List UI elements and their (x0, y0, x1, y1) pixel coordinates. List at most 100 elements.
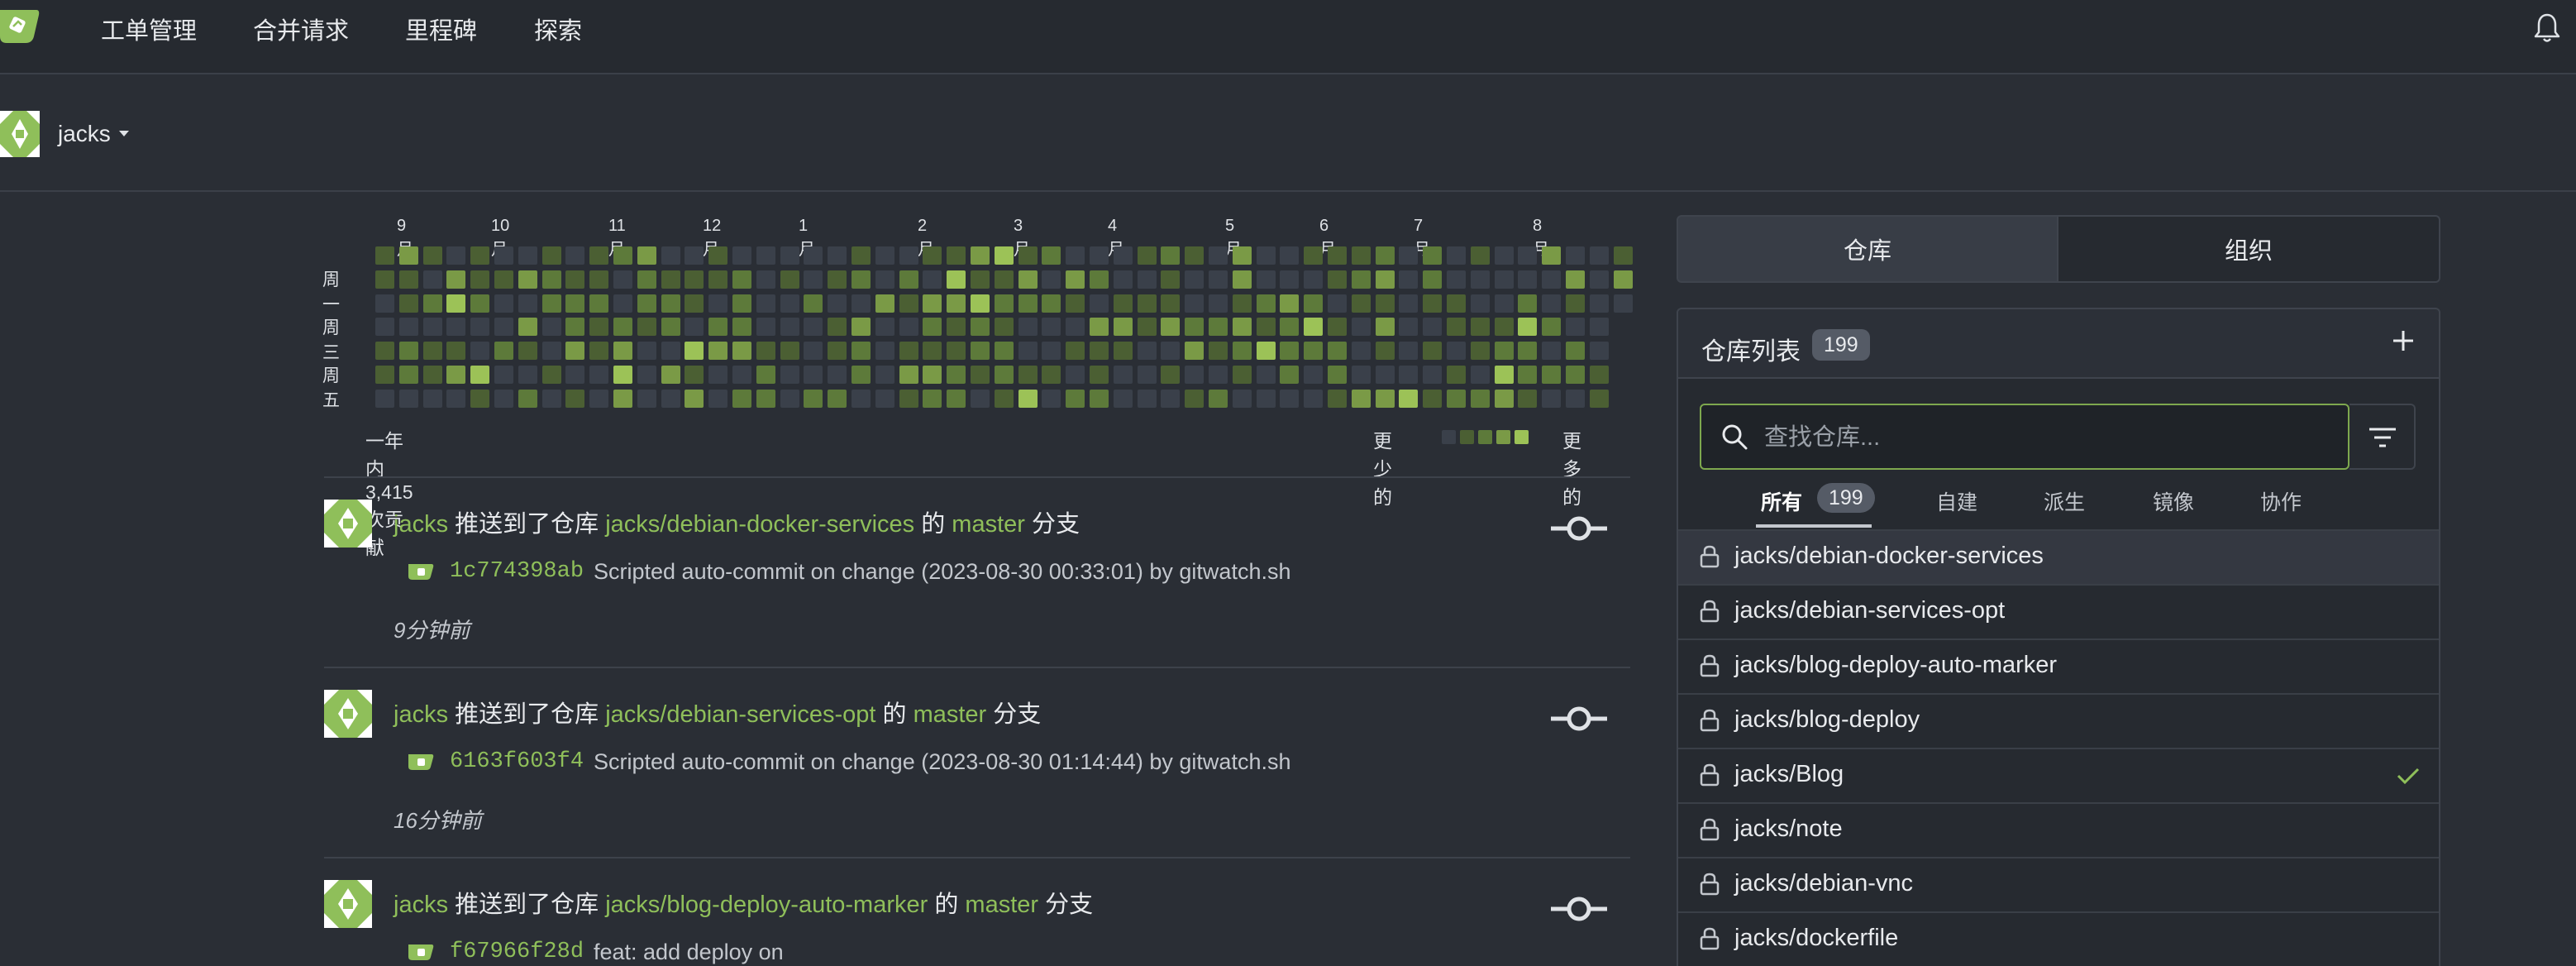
heatmap-cell (1232, 366, 1252, 384)
legend-swatch (1515, 430, 1529, 444)
heatmap-cell (1090, 246, 1109, 265)
nav-explore[interactable]: 探索 (534, 12, 582, 46)
heatmap-cell (1232, 294, 1252, 313)
heatmap-cell (375, 389, 394, 408)
commit-sha-link[interactable]: f67966f28d (450, 940, 584, 964)
tab-forks[interactable]: 派生 (2044, 486, 2085, 516)
lock-icon (1700, 545, 1720, 568)
heatmap-cell (565, 270, 585, 289)
heatmap-cell (1518, 389, 1538, 408)
feed-user-avatar[interactable] (324, 500, 372, 548)
feed-user-link[interactable]: jacks (394, 892, 448, 918)
repo-name-link[interactable]: jacks/blog-deploy (1734, 706, 1920, 734)
context-user-name[interactable]: jacks (58, 121, 111, 147)
heatmap-cell (1447, 270, 1466, 289)
feed-branch-link[interactable]: master (965, 892, 1038, 918)
caret-down-icon[interactable] (119, 131, 129, 136)
commit-sha-link[interactable]: 6163f603f4 (450, 749, 584, 774)
heatmap-cell (1256, 389, 1276, 408)
heatmap-cell (1232, 246, 1252, 265)
repo-name-link[interactable]: jacks/blog-deploy-auto-marker (1734, 652, 2057, 679)
heatmap-cell (1470, 246, 1490, 265)
feed-branch-link[interactable]: master (952, 511, 1025, 538)
heatmap-cell (1209, 366, 1228, 384)
feed-repo-link[interactable]: jacks/debian-services-opt (605, 701, 875, 728)
feed-of-text: 的 (921, 511, 946, 538)
lock-icon (1700, 763, 1720, 787)
repo-name-link[interactable]: jacks/debian-docker-services (1734, 543, 2044, 570)
heatmap-cell (1447, 366, 1466, 384)
feed-user-avatar[interactable] (324, 690, 372, 738)
heatmap-cell (1542, 366, 1562, 384)
heatmap-cell (470, 294, 490, 313)
repo-search-input[interactable] (1763, 414, 2328, 461)
repo-name-link[interactable]: jacks/dockerfile (1734, 925, 1898, 952)
repo-name-link[interactable]: jacks/debian-vnc (1734, 870, 1913, 897)
heatmap-cell (923, 294, 942, 313)
heatmap-cell (661, 366, 680, 384)
heatmap-cell (923, 318, 942, 337)
tab-organizations[interactable]: 组织 (2057, 215, 2440, 283)
heatmap-cell (1494, 318, 1514, 337)
feed-branch-link[interactable]: master (914, 701, 987, 728)
user-avatar[interactable] (0, 111, 40, 157)
nav-milestones[interactable]: 里程碑 (405, 12, 477, 46)
heatmap-cell (398, 342, 418, 361)
heatmap-cell (1042, 342, 1061, 361)
tab-collaborative[interactable]: 协作 (2260, 486, 2302, 516)
heatmap-cell (1185, 246, 1205, 265)
heatmap-cell (541, 294, 561, 313)
heatmap-cell (661, 270, 680, 289)
feed-user-link[interactable]: jacks (394, 701, 448, 728)
plus-icon[interactable] (2391, 328, 2416, 353)
heatmap-cell (1351, 389, 1371, 408)
tab-all[interactable]: 所有 (1761, 486, 1802, 516)
heatmap-cell (422, 294, 442, 313)
heatmap-cell (685, 342, 704, 361)
heatmap-cell (541, 246, 561, 265)
heatmap-cell (1447, 318, 1466, 337)
heatmap-cell (732, 366, 751, 384)
heatmap-cell (661, 342, 680, 361)
heatmap-cell (613, 270, 632, 289)
heatmap-cell (1399, 342, 1419, 361)
commit-sha-link[interactable]: 1c774398ab (450, 559, 584, 584)
repo-name-link[interactable]: jacks/Blog (1734, 761, 1844, 788)
feed-time: 9分钟前 (394, 618, 470, 643)
repo-name-link[interactable]: jacks/note (1734, 815, 1843, 843)
heatmap-cell (375, 366, 394, 384)
feed-of-text: 的 (934, 892, 959, 918)
repo-name-link[interactable]: jacks/debian-services-opt (1734, 597, 2005, 624)
feed-repo-link[interactable]: jacks/blog-deploy-auto-marker (605, 892, 928, 918)
heatmap-cell (685, 366, 704, 384)
feed-repo-link[interactable]: jacks/debian-docker-services (605, 511, 914, 538)
feed-user-link[interactable]: jacks (394, 511, 448, 538)
heatmap-cell (541, 342, 561, 361)
feed-user-avatar[interactable] (324, 880, 372, 928)
nav-pull-requests[interactable]: 合并请求 (253, 12, 349, 46)
tab-repositories[interactable]: 仓库 (1677, 215, 2058, 283)
heatmap-cell (828, 318, 847, 337)
heatmap-cell (1256, 342, 1276, 361)
heatmap-cell (1066, 366, 1085, 384)
heatmap-cell (804, 389, 823, 408)
heatmap-cell (1518, 342, 1538, 361)
heatmap-cell (1423, 270, 1443, 289)
heatmap-cell (1280, 270, 1300, 289)
heatmap-cell (1589, 342, 1609, 361)
gitea-logo-icon[interactable] (0, 7, 41, 48)
heatmap-cell (470, 366, 490, 384)
dashboard-header (0, 74, 2576, 192)
lock-icon (1700, 654, 1720, 677)
heatmap-cell (1137, 318, 1157, 337)
tab-mirrors[interactable]: 镜像 (2153, 486, 2194, 516)
lock-icon (1700, 873, 1720, 896)
heatmap-cell (375, 246, 394, 265)
filter-button[interactable] (2349, 404, 2416, 470)
feed-branch-suffix: 分支 (1045, 892, 1094, 918)
bell-icon[interactable] (2533, 12, 2561, 45)
nav-issues[interactable]: 工单管理 (101, 12, 197, 46)
heatmap-cell (613, 294, 632, 313)
tab-owned[interactable]: 自建 (1936, 486, 1977, 516)
heatmap-cell (1518, 366, 1538, 384)
